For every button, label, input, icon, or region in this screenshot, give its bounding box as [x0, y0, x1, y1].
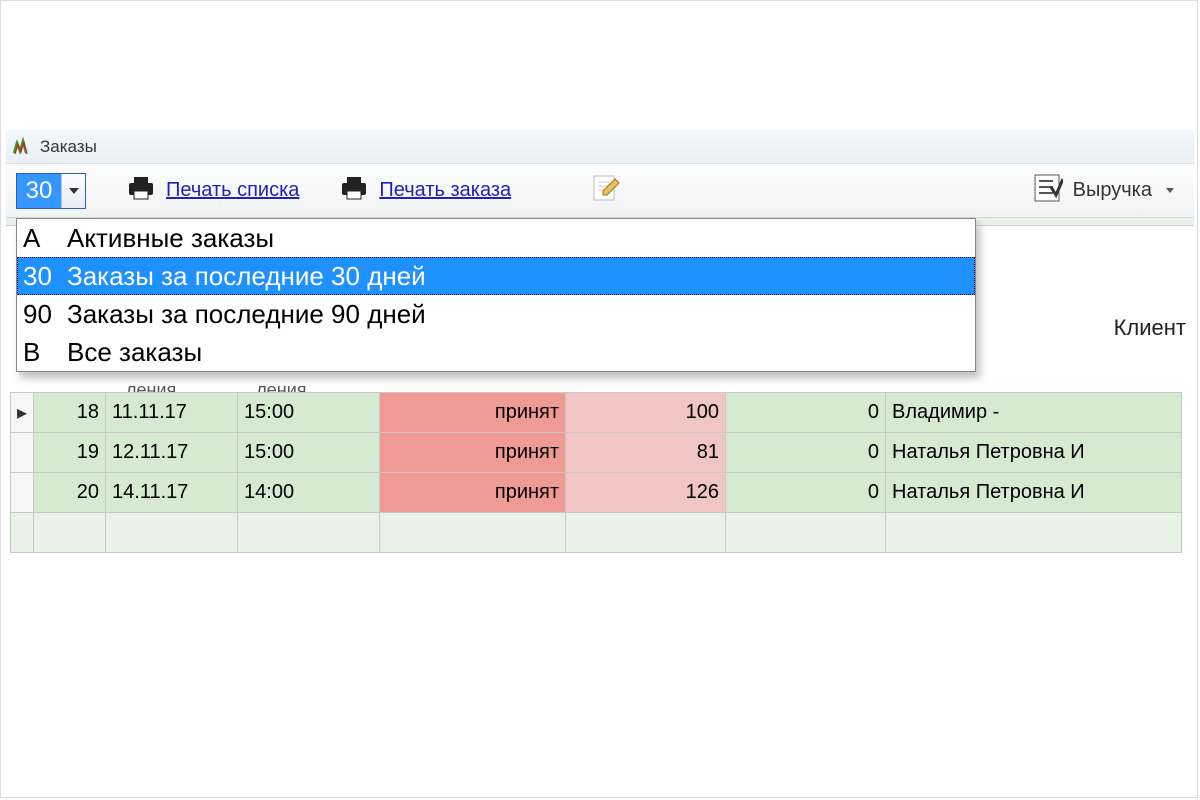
- cell-client[interactable]: Наталья Петровна И: [886, 473, 1182, 513]
- app-icon: [12, 137, 32, 157]
- orders-window: Заказы 30 Печать списка: [6, 130, 1194, 650]
- cell-date[interactable]: 11.11.17: [106, 393, 238, 433]
- print-list-label: Печать списка: [166, 179, 299, 202]
- chevron-down-icon: [1166, 188, 1174, 193]
- orders-table[interactable]: ▸ 18 11.11.17 15:00 принят 100 0 Владими…: [10, 392, 1182, 553]
- cell-time[interactable]: 14:00: [238, 473, 380, 513]
- toolbar: 30 Печать списка: [6, 164, 1194, 218]
- print-order-label: Печать заказа: [379, 179, 511, 202]
- filter-option-all[interactable]: В Все заказы: [17, 333, 975, 371]
- filter-option-90[interactable]: 90 Заказы за последние 90 дней: [17, 295, 975, 333]
- filter-select[interactable]: 30: [16, 173, 86, 209]
- cell-rest[interactable]: 0: [726, 473, 886, 513]
- print-order-button[interactable]: Печать заказа: [339, 175, 511, 207]
- cell-time[interactable]: 15:00: [238, 393, 380, 433]
- table-row[interactable]: 20 14.11.17 14:00 принят 126 0 Наталья П…: [11, 473, 1182, 513]
- cell-number[interactable]: 18: [34, 393, 106, 433]
- cell-client[interactable]: Наталья Петровна И: [886, 433, 1182, 473]
- cell-time[interactable]: 15:00: [238, 433, 380, 473]
- filter-option-active[interactable]: А Активные заказы: [17, 219, 975, 257]
- cell-status[interactable]: принят: [380, 393, 566, 433]
- edit-button[interactable]: [591, 173, 621, 208]
- print-list-button[interactable]: Печать списка: [126, 175, 299, 207]
- cell-status[interactable]: принят: [380, 473, 566, 513]
- row-indicator: ▸: [11, 393, 34, 433]
- cell-amount[interactable]: 81: [566, 433, 726, 473]
- cell-client[interactable]: Владимир -: [886, 393, 1182, 433]
- printer-icon: [339, 175, 369, 207]
- table-row[interactable]: 19 12.11.17 15:00 принят 81 0 Наталья Пе…: [11, 433, 1182, 473]
- edit-icon: [591, 190, 621, 207]
- row-indicator: [11, 473, 34, 513]
- cell-number[interactable]: 20: [34, 473, 106, 513]
- filter-value: 30: [17, 174, 61, 208]
- printer-icon: [126, 175, 156, 207]
- revenue-label: Выручка: [1073, 179, 1152, 202]
- cell-status[interactable]: принят: [380, 433, 566, 473]
- cell-rest[interactable]: 0: [726, 433, 886, 473]
- chevron-down-icon[interactable]: [61, 174, 85, 208]
- revenue-button[interactable]: Выручка: [1033, 173, 1174, 209]
- cell-date[interactable]: 12.11.17: [106, 433, 238, 473]
- column-header-client: Клиент: [1114, 315, 1186, 341]
- titlebar: Заказы: [6, 130, 1194, 164]
- cell-date[interactable]: 14.11.17: [106, 473, 238, 513]
- filter-dropdown[interactable]: А Активные заказы 30 Заказы за последние…: [16, 218, 976, 372]
- cell-number[interactable]: 19: [34, 433, 106, 473]
- checklist-icon: [1033, 173, 1063, 209]
- cell-amount[interactable]: 126: [566, 473, 726, 513]
- cell-amount[interactable]: 100: [566, 393, 726, 433]
- table-row[interactable]: ▸ 18 11.11.17 15:00 принят 100 0 Владими…: [11, 393, 1182, 433]
- table-row-empty: [11, 513, 1182, 553]
- window-title: Заказы: [40, 137, 97, 157]
- row-indicator: [11, 433, 34, 473]
- filter-option-30[interactable]: 30 Заказы за последние 30 дней: [17, 257, 975, 295]
- partial-headers: ления ления: [126, 380, 1194, 388]
- cell-rest[interactable]: 0: [726, 393, 886, 433]
